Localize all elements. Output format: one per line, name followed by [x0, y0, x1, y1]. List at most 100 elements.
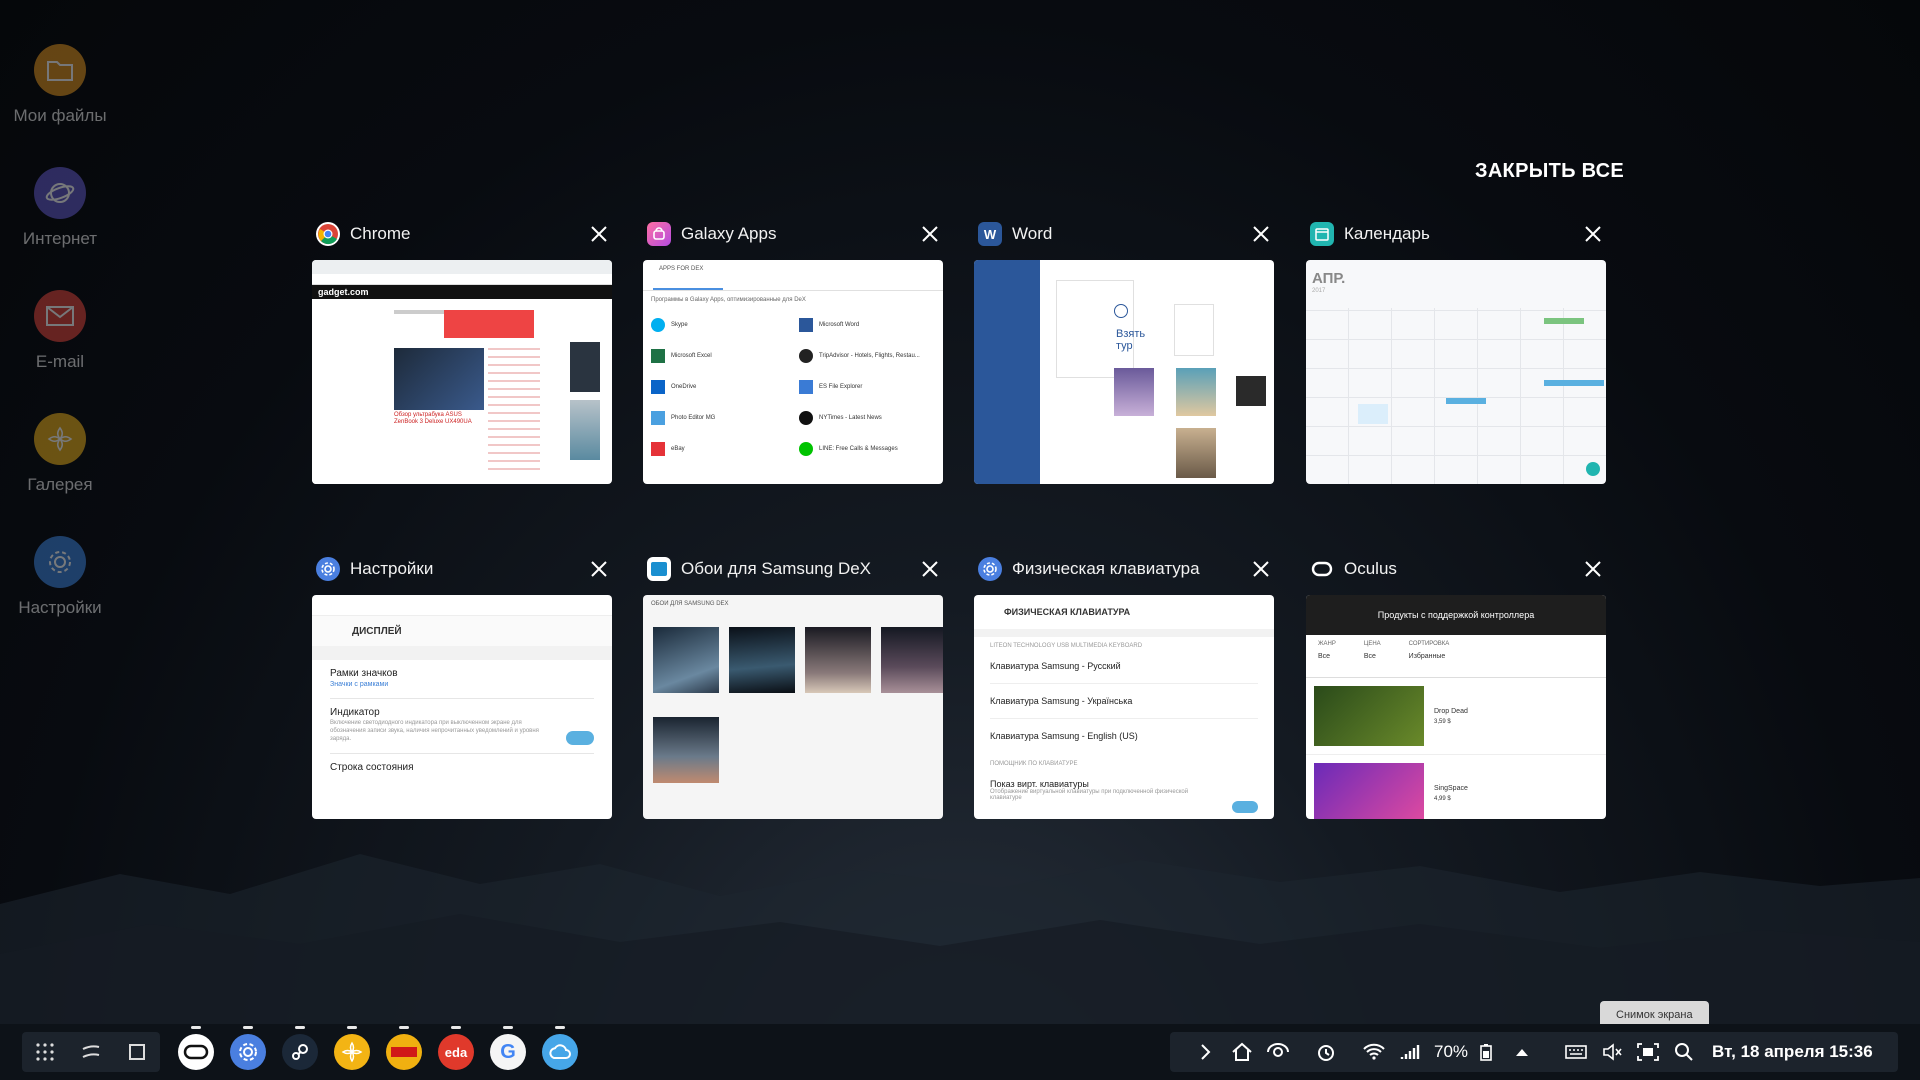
back-icon[interactable]: [126, 1041, 148, 1063]
desktop-icon-email[interactable]: E-mail: [0, 286, 120, 409]
close-icon[interactable]: [919, 558, 941, 580]
card-title: Galaxy Apps: [681, 224, 777, 243]
keyboard-item[interactable]: Клавиатура Samsung - English (US): [990, 719, 1258, 753]
volume-mute-icon[interactable]: [1594, 1043, 1630, 1061]
calendar-icon: [1310, 222, 1334, 246]
word-icon: W: [978, 222, 1002, 246]
recent-apps-icon[interactable]: [80, 1041, 102, 1063]
product-name: Drop Dead: [1434, 707, 1468, 715]
search-icon[interactable]: [1666, 1042, 1702, 1062]
recent-card-galaxy-apps[interactable]: Galaxy Apps APPS FOR DEX Программы в Gal…: [643, 216, 943, 484]
desktop-icon-label: Мои файлы: [13, 106, 107, 125]
app-name: NYTimes - Latest News: [819, 414, 882, 421]
card-preview[interactable]: АПР. 2017: [1306, 260, 1606, 484]
desktop-icon-gallery[interactable]: Галерея: [0, 409, 120, 532]
close-icon[interactable]: [1582, 558, 1604, 580]
keyboard-toggle-title: Показ вирт. клавиатуры: [990, 779, 1089, 789]
card-preview[interactable]: ДИСПЛЕЙ Рамки значков Значки с рамками И…: [312, 595, 612, 819]
card-title: Обои для Samsung DeX: [681, 559, 872, 578]
site-logo: gadget.com: [312, 285, 612, 299]
chevron-right-icon[interactable]: [1188, 1043, 1224, 1061]
card-preview[interactable]: gadget.com Обзор ультрабука ASUS ZenBook…: [312, 260, 612, 484]
app-name: Skype: [671, 321, 688, 328]
keyboard-item[interactable]: Клавиатура Samsung - Українська: [990, 684, 1258, 719]
chevron-up-icon[interactable]: [1504, 1047, 1540, 1057]
mail-icon: [34, 290, 86, 342]
settings-screen-title: ДИСПЛЕЙ: [312, 616, 612, 646]
desktop-icon-label: Галерея: [27, 475, 93, 494]
recent-card-wallpapers[interactable]: Обои для Samsung DeX ОБОИ ДЛЯ SAMSUNG DE…: [643, 551, 943, 819]
filter-value[interactable]: Все: [1364, 653, 1381, 660]
desktop-icons: Мои файлы Интернет E-mail Галерея Настро…: [0, 40, 120, 655]
close-all-button[interactable]: ЗАКРЫТЬ ВСЕ: [1475, 160, 1624, 183]
wifi-icon[interactable]: [1356, 1043, 1392, 1061]
app-name: ES File Explorer: [819, 383, 863, 390]
wallpaper-icon: [647, 557, 671, 581]
recent-card-settings[interactable]: Настройки ДИСПЛЕЙ Рамки значков Значки с…: [312, 551, 612, 819]
taskbar-app-oculus[interactable]: [178, 1026, 214, 1070]
keyboard-toggle-sub: Отображение виртуальной клавиатуры при п…: [990, 789, 1189, 801]
word-tour-label: Взять тур: [1116, 328, 1146, 353]
settings-item-sub: Включение светодиодного индикатора при в…: [330, 720, 539, 742]
mountain-silhouette: [0, 854, 1920, 1024]
taskbar-app-eda[interactable]: eda: [438, 1026, 474, 1070]
taskbar-app-gallery[interactable]: [334, 1026, 370, 1070]
app-name: LINE: Free Calls & Messages: [819, 445, 898, 452]
desktop-icon-label: E-mail: [35, 352, 85, 371]
close-icon[interactable]: [588, 223, 610, 245]
recent-card-calendar[interactable]: Календарь АПР. 2017: [1306, 216, 1606, 484]
taskbar-app-settings[interactable]: [230, 1026, 266, 1070]
settings-icon: [34, 536, 86, 588]
card-preview[interactable]: Продукты с поддержкой контроллера ЖАНР Вс…: [1306, 595, 1606, 819]
folder-icon: [34, 44, 86, 96]
close-icon[interactable]: [1582, 223, 1604, 245]
card-preview[interactable]: APPS FOR DEX Программы в Galaxy Apps, оп…: [643, 260, 943, 484]
eye-comfort-icon[interactable]: [1260, 1043, 1296, 1061]
card-preview[interactable]: Взять тур: [974, 260, 1274, 484]
card-preview[interactable]: ОБОИ ДЛЯ SAMSUNG DEX: [643, 595, 943, 819]
calendar-month: АПР.: [1312, 270, 1346, 287]
recent-card-chrome[interactable]: Chrome gadget.com Обзор ультрабука ASUS …: [312, 216, 612, 484]
settings-item-title: Рамки значков: [330, 668, 398, 679]
filter-value[interactable]: Избранные: [1409, 653, 1450, 660]
signal-icon[interactable]: [1392, 1043, 1428, 1061]
keyboard-screen-title: ФИЗИЧЕСКАЯ КЛАВИАТУРА: [1004, 607, 1131, 617]
oculus-header-title: Продукты с поддержкой контроллера: [1306, 595, 1606, 635]
filter-label: ЦЕНА: [1363, 641, 1381, 647]
taskbar-app-google[interactable]: G: [490, 1026, 526, 1070]
filter-label: ЖАНР: [1318, 641, 1336, 647]
settings-item-sub: Значки с рамками: [330, 681, 389, 688]
close-icon[interactable]: [1250, 558, 1272, 580]
wallpaper-header: ОБОИ ДЛЯ SAMSUNG DEX: [651, 601, 729, 607]
taskbar-app-steam[interactable]: [282, 1026, 318, 1070]
virtual-keyboard-toggle[interactable]: [1232, 801, 1258, 813]
home-icon[interactable]: [1224, 1042, 1260, 1062]
app-name: Microsoft Excel: [671, 352, 712, 359]
close-icon[interactable]: [919, 223, 941, 245]
indicator-toggle[interactable]: [566, 731, 594, 745]
date-time[interactable]: Вт, 18 апреля 15:36: [1712, 1042, 1873, 1062]
recent-card-oculus[interactable]: Oculus Продукты с поддержкой контроллера…: [1306, 551, 1606, 819]
internet-icon: [34, 167, 86, 219]
recent-card-word[interactable]: W Word Взять тур: [974, 216, 1274, 484]
card-title: Физическая клавиатура: [1012, 559, 1200, 578]
app-name: OneDrive: [671, 383, 697, 390]
apps-grid-icon[interactable]: [34, 1041, 56, 1063]
product-price: 4,99 $: [1434, 795, 1451, 802]
desktop-icon-settings[interactable]: Настройки: [0, 532, 120, 655]
card-preview[interactable]: ФИЗИЧЕСКАЯ КЛАВИАТУРА LITEON TECHNOLOGY …: [974, 595, 1274, 819]
recent-card-physical-keyboard[interactable]: Физическая клавиатура ФИЗИЧЕСКАЯ КЛАВИАТ…: [974, 551, 1274, 819]
taskbar-app-weather[interactable]: [542, 1026, 578, 1070]
keyboard-icon[interactable]: [1558, 1044, 1594, 1060]
screenshot-icon[interactable]: [1630, 1043, 1666, 1061]
close-icon[interactable]: [1250, 223, 1272, 245]
taskbar-app-news[interactable]: [386, 1026, 422, 1070]
filter-value[interactable]: Все: [1318, 653, 1336, 660]
alarm-icon[interactable]: [1308, 1042, 1344, 1062]
desktop-icon-my-files[interactable]: Мои файлы: [0, 40, 120, 163]
close-icon[interactable]: [588, 558, 610, 580]
desktop-icon-internet[interactable]: Интернет: [0, 163, 120, 286]
settings-item-title: Строка состояния: [330, 762, 414, 774]
desktop-icon-label: Настройки: [18, 598, 102, 617]
keyboard-item[interactable]: Клавиатура Samsung - Русский: [990, 649, 1258, 684]
